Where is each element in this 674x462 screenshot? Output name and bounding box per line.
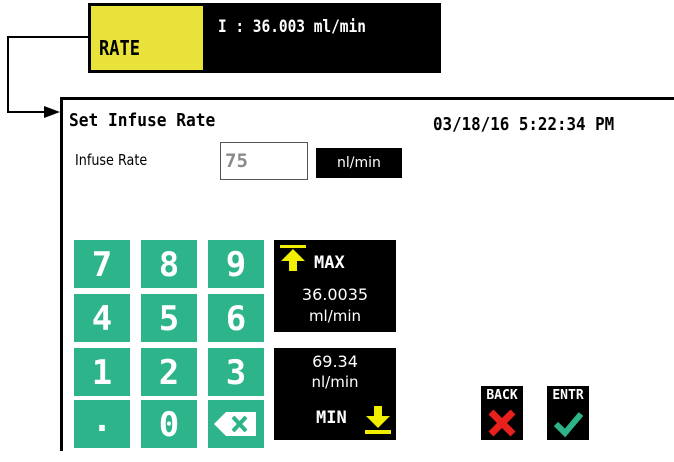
min-unit: nl/min <box>311 373 359 391</box>
close-icon <box>488 409 516 437</box>
key-decimal[interactable]: . <box>74 400 130 448</box>
min-limit-button[interactable]: 69.34 nl/min MIN <box>274 348 396 440</box>
infuse-rate-input[interactable]: 75 <box>220 142 308 180</box>
back-label: BACK <box>486 388 518 403</box>
enter-label: ENTR <box>552 388 584 403</box>
key-0[interactable]: 0 <box>141 400 197 448</box>
min-label: MIN <box>316 408 347 428</box>
key-6[interactable]: 6 <box>208 294 264 342</box>
page-title: Set Infuse Rate <box>69 110 216 131</box>
arrow-up-icon <box>280 245 306 271</box>
max-unit: ml/min <box>308 307 362 325</box>
max-limit-button[interactable]: MAX 36.0035 ml/min <box>274 240 396 332</box>
key-1[interactable]: 1 <box>74 348 130 396</box>
backspace-key[interactable] <box>208 400 264 448</box>
key-2[interactable]: 2 <box>141 348 197 396</box>
back-button[interactable]: BACK <box>481 386 523 440</box>
set-infuse-rate-screen: Set Infuse Rate 03/18/16 5:22:34 PM Infu… <box>60 97 674 451</box>
key-3[interactable]: 3 <box>208 348 264 396</box>
key-8[interactable]: 8 <box>141 240 197 288</box>
max-value: 36.0035 <box>301 285 369 304</box>
backspace-icon <box>214 412 256 436</box>
infuse-rate-label: Infuse Rate <box>75 151 148 169</box>
key-9[interactable]: 9 <box>208 240 264 288</box>
max-label: MAX <box>314 253 345 273</box>
rate-tab[interactable]: RATE <box>90 5 204 71</box>
datetime-display: 03/18/16 5:22:34 PM <box>433 114 615 135</box>
rate-tab-label: RATE <box>99 36 140 60</box>
checkmark-icon <box>553 412 583 438</box>
status-bar: RATE I : 36.003 ml/min <box>88 3 441 73</box>
arrow-down-icon <box>365 406 391 434</box>
key-4[interactable]: 4 <box>74 294 130 342</box>
key-5[interactable]: 5 <box>141 294 197 342</box>
key-7[interactable]: 7 <box>74 240 130 288</box>
unit-selector-button[interactable]: nl/min <box>316 148 402 178</box>
min-value: 69.34 <box>312 352 358 371</box>
current-rate-readout: I : 36.003 ml/min <box>218 17 366 37</box>
enter-button[interactable]: ENTR <box>547 386 589 440</box>
